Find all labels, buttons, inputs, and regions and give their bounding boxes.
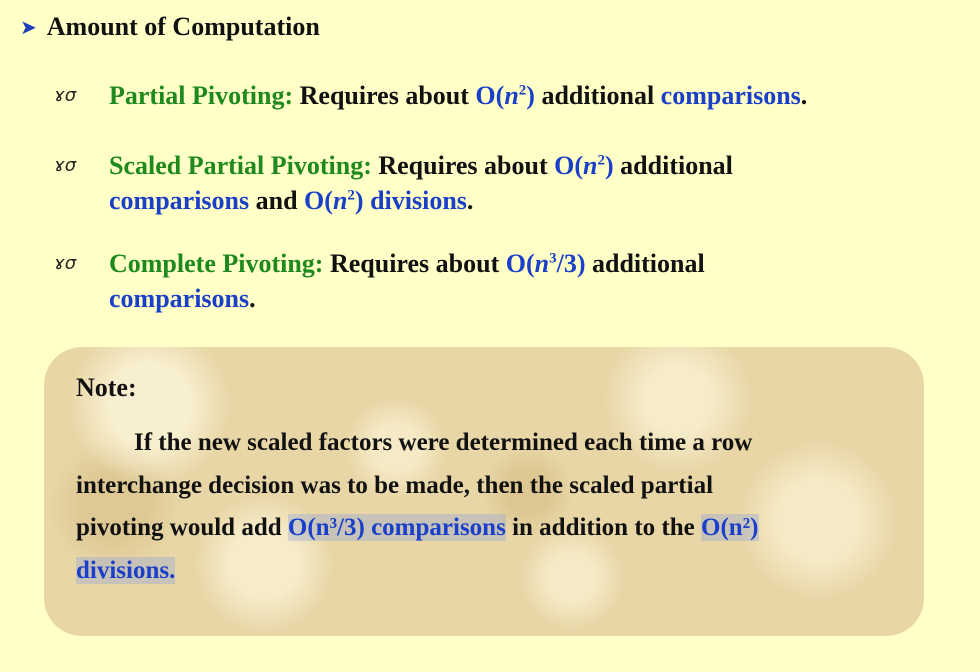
- note-line: interchange decision was to be made, the…: [76, 471, 714, 499]
- note-title: Note:: [76, 373, 137, 402]
- punct: .: [249, 284, 256, 313]
- item-text: Requires about: [323, 249, 506, 278]
- term: comparisons: [660, 81, 801, 110]
- punct: .: [466, 186, 474, 215]
- complexity: O(n2): [475, 81, 535, 110]
- note-body: If the new scaled factors were determine…: [76, 422, 896, 592]
- complexity: O(n2): [554, 151, 614, 180]
- note-line: If the new scaled factors were determine…: [134, 429, 753, 456]
- close-paren: /3): [556, 249, 586, 278]
- exponent: 3: [549, 250, 557, 267]
- note-line: in addition to the: [505, 514, 701, 541]
- item-text: Requires about: [371, 151, 555, 180]
- big-o: O(: [304, 186, 333, 215]
- exponent: 2: [597, 152, 606, 169]
- heading-text: Amount of Computation: [46, 12, 320, 41]
- highlight-comparisons: O(n³/3) comparisons: [287, 514, 506, 541]
- term: comparisons: [109, 186, 250, 215]
- bullet-icon: ɤσ: [54, 253, 77, 274]
- big-o: O(: [475, 81, 505, 110]
- highlight-big-o: O(n²): [701, 514, 759, 541]
- punct: .: [800, 81, 808, 110]
- highlight-divisions: divisions.: [76, 556, 176, 584]
- exponent: 2: [347, 187, 355, 204]
- note-box: Note: If the new scaled factors were det…: [44, 347, 924, 636]
- close-paren: ): [354, 186, 364, 215]
- note-line: pivoting would add: [76, 514, 288, 541]
- bullet-icon: ɤσ: [54, 85, 77, 106]
- var-n: n: [504, 81, 519, 110]
- item-text: additional: [585, 249, 705, 278]
- close-paren: ): [526, 81, 535, 110]
- term: comparisons: [109, 284, 250, 313]
- section-heading: ➤ Amount of Computation: [20, 10, 320, 44]
- close-paren: ): [605, 151, 614, 180]
- list-item-partial-pivoting: ɤσ Partial Pivoting: Requires about O(n2…: [54, 78, 954, 113]
- item-text: and: [249, 186, 305, 215]
- term: divisions: [363, 186, 467, 215]
- var-n: n: [534, 249, 550, 278]
- big-o: O(: [554, 151, 584, 180]
- arrow-bullet-icon: ➤: [20, 15, 37, 39]
- item-text: additional: [534, 81, 661, 110]
- item-text: additional: [613, 151, 733, 180]
- item-label: Partial Pivoting:: [109, 81, 294, 110]
- complexity-2: O(n2): [304, 186, 364, 215]
- item-text: Requires about: [293, 81, 476, 110]
- item-label: Scaled Partial Pivoting:: [109, 151, 372, 180]
- item-label: Complete Pivoting:: [109, 249, 324, 278]
- var-n: n: [332, 186, 348, 215]
- complexity: O(n3/3): [506, 249, 586, 278]
- var-n: n: [583, 151, 598, 180]
- list-item-scaled-partial-pivoting: ɤσ Scaled Partial Pivoting: Requires abo…: [54, 148, 954, 218]
- big-o: O(: [505, 249, 535, 278]
- list-item-complete-pivoting: ɤσ Complete Pivoting: Requires about O(n…: [54, 246, 954, 316]
- bullet-icon: ɤσ: [54, 155, 77, 176]
